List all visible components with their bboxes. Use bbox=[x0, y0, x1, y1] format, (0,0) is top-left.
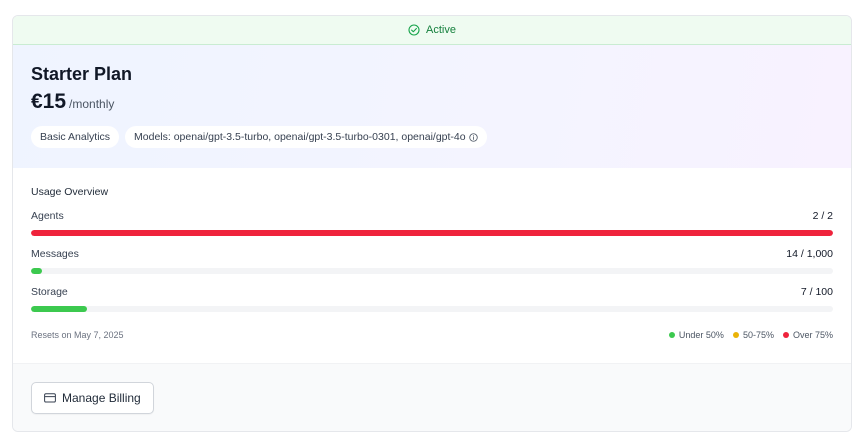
meter-value: 14 / 1,000 bbox=[786, 248, 833, 260]
legend-item-over-75: Over 75% bbox=[782, 330, 833, 340]
plan-period: /monthly bbox=[69, 97, 115, 111]
meter-label: Messages bbox=[31, 248, 79, 260]
meter-label: Storage bbox=[31, 286, 68, 298]
plan-header: Starter Plan €15 /monthly Basic Analytic… bbox=[13, 45, 851, 168]
legend-label: 50-75% bbox=[742, 330, 774, 340]
meter-track bbox=[31, 268, 833, 274]
info-icon[interactable] bbox=[468, 132, 478, 142]
legend-item-50-75: 50-75% bbox=[732, 330, 774, 340]
legend-dot bbox=[782, 332, 789, 338]
usage-legend: Under 50% 50-75% Over 75% bbox=[668, 330, 833, 340]
legend-dot bbox=[668, 332, 675, 338]
legend-item-under-50: Under 50% bbox=[668, 330, 724, 340]
plan-name: Starter Plan bbox=[31, 64, 133, 84]
manage-billing-label: Manage Billing bbox=[62, 391, 141, 405]
reset-date: Resets on May 7, 2025 bbox=[31, 330, 124, 340]
legend-dot bbox=[732, 332, 739, 338]
meter-fill bbox=[31, 268, 43, 274]
manage-billing-button[interactable]: Manage Billing bbox=[31, 382, 154, 414]
feature-label: Models: openai/gpt-3.5-turbo, openai/gpt… bbox=[134, 131, 466, 143]
check-circle-icon bbox=[408, 24, 420, 36]
usage-overview: Usage Overview Agents 2 / 2 Messages 14 … bbox=[13, 168, 851, 363]
legend-label: Under 50% bbox=[678, 330, 724, 340]
usage-meter-agents: Agents 2 / 2 bbox=[31, 210, 833, 236]
meter-fill bbox=[31, 306, 88, 312]
meter-fill bbox=[31, 230, 833, 236]
plan-price: €15 bbox=[31, 90, 67, 113]
card-footer: Manage Billing bbox=[13, 363, 851, 431]
feature-label: Basic Analytics bbox=[40, 131, 111, 143]
subscription-card: Active Starter Plan €15 /monthly Basic A… bbox=[12, 15, 852, 432]
credit-card-icon bbox=[44, 393, 56, 403]
feature-chip-models: Models: openai/gpt-3.5-turbo, openai/gpt… bbox=[125, 126, 487, 148]
usage-meter-messages: Messages 14 / 1,000 bbox=[31, 248, 833, 274]
meter-value: 2 / 2 bbox=[812, 210, 833, 222]
legend-label: Over 75% bbox=[792, 330, 833, 340]
status-label: Active bbox=[426, 24, 456, 36]
usage-meter-storage: Storage 7 / 100 bbox=[31, 286, 833, 312]
price-row: €15 /monthly bbox=[31, 90, 833, 114]
meter-value: 7 / 100 bbox=[800, 286, 833, 298]
meter-label: Agents bbox=[31, 210, 64, 222]
usage-footer: Resets on May 7, 2025 Under 50% 50-75% O… bbox=[31, 330, 833, 340]
status-banner: Active bbox=[13, 16, 851, 45]
meter-track bbox=[31, 230, 833, 236]
usage-title: Usage Overview bbox=[31, 186, 109, 198]
feature-chips: Basic Analytics Models: openai/gpt-3.5-t… bbox=[31, 126, 833, 148]
feature-chip-analytics: Basic Analytics bbox=[31, 126, 120, 148]
meter-track bbox=[31, 306, 833, 312]
